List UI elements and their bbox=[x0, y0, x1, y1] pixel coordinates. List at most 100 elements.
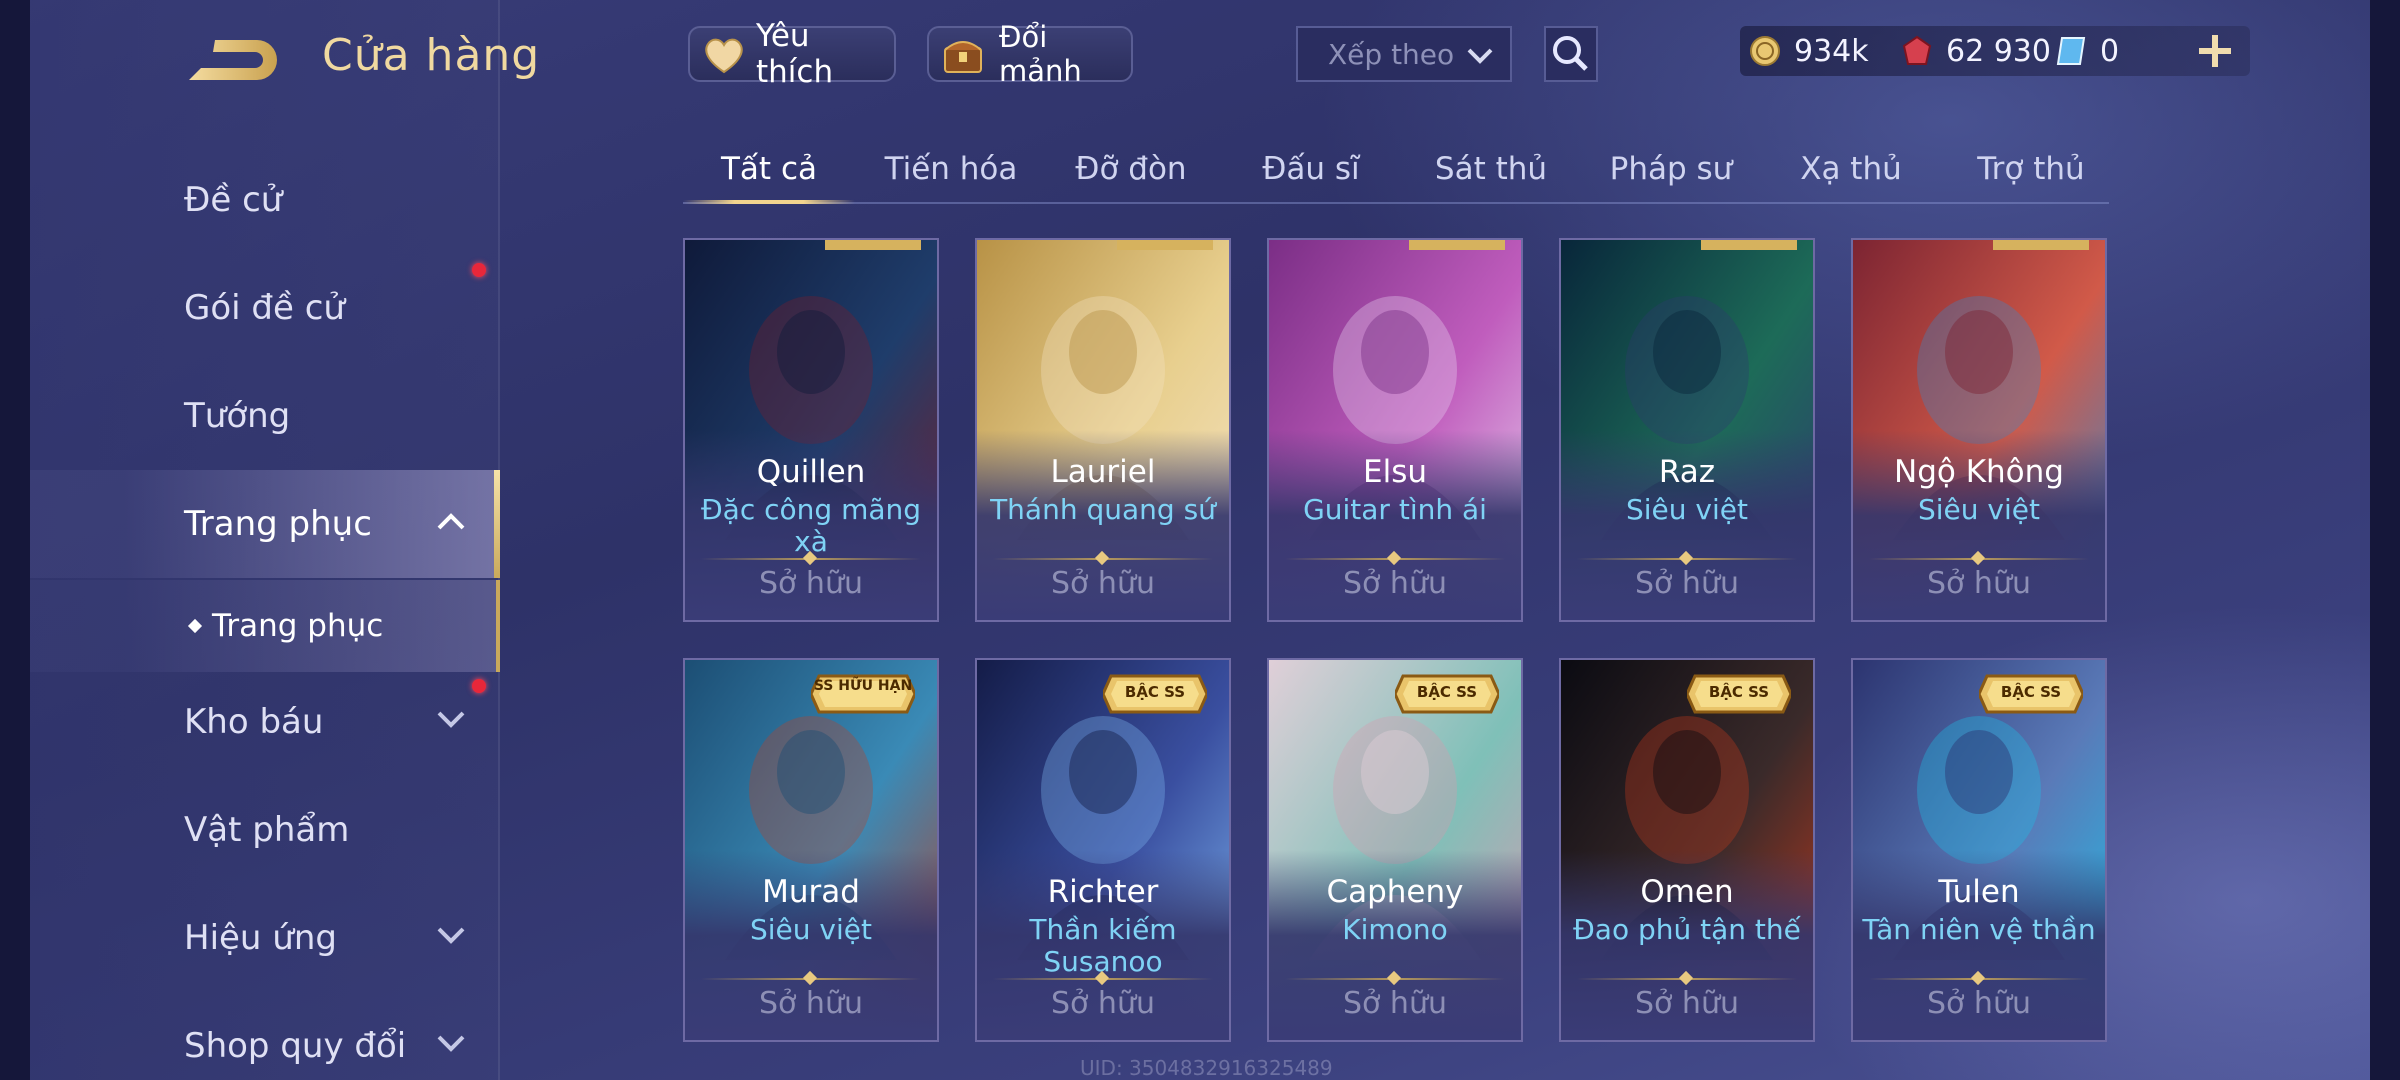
skin-name: Tân niên vệ thần bbox=[1862, 913, 2096, 946]
skin-name: Guitar tình ái bbox=[1303, 493, 1487, 526]
skin-card[interactable]: Lauriel Thánh quang sứ Sở hữu bbox=[975, 238, 1231, 622]
card-divider bbox=[1285, 970, 1505, 986]
sidebar-item-label: Gói đề cử bbox=[184, 288, 345, 328]
ruby-voucher-value: 62 930 bbox=[1946, 33, 2051, 69]
sidebar-item-skins[interactable]: Trang phục bbox=[30, 470, 500, 578]
tabs-baseline bbox=[683, 202, 2109, 204]
tier-badge: BẬC SS bbox=[1977, 672, 2085, 716]
sidebar-item-items[interactable]: Vật phẩm bbox=[30, 776, 500, 884]
gold-coin-value: 934k bbox=[1794, 33, 1869, 69]
bullet-diamond-icon bbox=[187, 618, 203, 634]
ownership-status: Sở hữu bbox=[1927, 566, 2031, 601]
back-arrow-icon bbox=[189, 40, 277, 80]
hero-name: Capheny bbox=[1326, 874, 1464, 910]
skin-name: Đặc công mãng xà bbox=[700, 493, 922, 558]
hero-name: Ngộ Không bbox=[1894, 454, 2064, 490]
sidebar-item-label: Hiệu ứng bbox=[184, 918, 337, 958]
skin-card[interactable]: Ngộ Không Siêu việt Sở hữu bbox=[1851, 238, 2107, 622]
chevron-down-icon bbox=[1467, 48, 1493, 64]
sidebar-item-recommended-bundles[interactable]: Gói đề cử bbox=[30, 254, 500, 362]
chevron-down-icon bbox=[437, 927, 465, 944]
hero-name: Omen bbox=[1640, 874, 1734, 910]
ownership-status: Sở hữu bbox=[1051, 566, 1155, 601]
card-divider bbox=[1577, 970, 1797, 986]
tier-badge-label: BẬC SS bbox=[1124, 683, 1186, 701]
skin-card[interactable]: SS HỮU HẠN Murad Siêu việt Sở hữu bbox=[683, 658, 939, 1042]
tab-evolution[interactable]: Tiến hóa bbox=[861, 138, 1041, 200]
sidebar-subitem-skins[interactable]: Trang phục bbox=[30, 580, 500, 672]
ownership-status: Sở hữu bbox=[1343, 986, 1447, 1021]
ownership-status: Sở hữu bbox=[1635, 566, 1739, 601]
skin-card[interactable]: Quillen Đặc công mãng xà Sở hữu bbox=[683, 238, 939, 622]
tier-badge: BẬC SS bbox=[1393, 672, 1501, 716]
sidebar-item-label: Shop quy đổi bbox=[184, 1026, 407, 1066]
card-divider bbox=[1577, 550, 1797, 566]
sidebar-item-effects[interactable]: Hiệu ứng bbox=[30, 884, 500, 992]
ownership-status: Sở hữu bbox=[1051, 986, 1155, 1021]
skin-name: Siêu việt bbox=[1626, 493, 1748, 526]
sidebar-item-treasure[interactable]: Kho báu bbox=[30, 668, 500, 776]
shard-exchange-button[interactable]: Đổi mảnh bbox=[927, 20, 1133, 88]
skin-card[interactable]: BẬC SS Omen Đao phủ tận thế Sở hữu bbox=[1559, 658, 1815, 1042]
frame-ribbon bbox=[1117, 240, 1213, 250]
sidebar-item-label: Trang phục bbox=[184, 504, 372, 544]
plus-icon bbox=[2199, 35, 2231, 67]
page-title: Cửa hàng bbox=[322, 30, 541, 81]
hero-name: Quillen bbox=[756, 454, 866, 490]
sidebar-item-label: Kho báu bbox=[184, 702, 324, 742]
skin-name: Kimono bbox=[1342, 913, 1448, 946]
tier-badge-label: BẬC SS bbox=[1416, 683, 1478, 701]
sidebar-item-recommended[interactable]: Đề cử bbox=[30, 146, 500, 254]
sidebar-item-exchange-shop[interactable]: Shop quy đổi bbox=[30, 992, 500, 1080]
tab-assassin[interactable]: Sát thủ bbox=[1401, 138, 1581, 200]
skin-name: Đao phủ tận thế bbox=[1573, 913, 1801, 946]
tab-marksman[interactable]: Xạ thủ bbox=[1761, 138, 1941, 200]
favorites-label: Yêu thích bbox=[756, 18, 834, 90]
card-divider bbox=[993, 550, 1213, 566]
hero-name: Raz bbox=[1658, 454, 1716, 490]
skin-card[interactable]: Elsu Guitar tình ái Sở hữu bbox=[1267, 238, 1523, 622]
ownership-status: Sở hữu bbox=[1343, 566, 1447, 601]
shard-exchange-label: Đổi mảnh bbox=[999, 20, 1082, 88]
card-divider bbox=[1869, 550, 2089, 566]
card-divider bbox=[1869, 970, 2089, 986]
frame-ribbon bbox=[1993, 240, 2089, 250]
search-button[interactable] bbox=[1544, 26, 1598, 82]
hero-name: Murad bbox=[762, 874, 860, 910]
skin-card[interactable]: Raz Siêu việt Sở hữu bbox=[1559, 238, 1815, 622]
card-divider bbox=[1285, 550, 1505, 566]
sidebar-item-label: Đề cử bbox=[184, 180, 283, 220]
currency-bar: 934k 62 930 0 bbox=[1740, 26, 2250, 76]
gold-coin-balance: 934k bbox=[1748, 26, 1869, 76]
add-currency-button[interactable] bbox=[2196, 32, 2234, 70]
skin-card[interactable]: BẬC SS Richter Thần kiếm Susanoo Sở hữu bbox=[975, 658, 1231, 1042]
tier-badge-label: SS HỮU HẠN bbox=[813, 678, 913, 694]
sidebar-item-label: Tướng bbox=[184, 396, 291, 436]
sidebar-item-heroes[interactable]: Tướng bbox=[30, 362, 500, 470]
tab-fighter[interactable]: Đấu sĩ bbox=[1221, 138, 1401, 200]
tier-badge: BẬC SS bbox=[1101, 672, 1209, 716]
skin-name: Siêu việt bbox=[1918, 493, 2040, 526]
back-button[interactable] bbox=[185, 32, 280, 92]
right-edge bbox=[2370, 0, 2400, 1080]
chevron-up-icon bbox=[437, 513, 465, 530]
tab-support[interactable]: Trợ thủ bbox=[1941, 138, 2121, 200]
skin-card[interactable]: BẬC SS Capheny Kimono Sở hữu bbox=[1267, 658, 1523, 1042]
hero-name: Tulen bbox=[1938, 874, 2020, 910]
skin-name: Thần kiếm Susanoo bbox=[1029, 913, 1177, 978]
tab-all[interactable]: Tất cả bbox=[683, 138, 855, 204]
card-divider bbox=[701, 970, 921, 986]
search-icon bbox=[1553, 36, 1588, 71]
hero-name: Richter bbox=[1047, 874, 1159, 910]
favorites-button[interactable]: Yêu thích bbox=[688, 18, 896, 90]
ownership-status: Sở hữu bbox=[1927, 986, 2031, 1021]
tab-tank[interactable]: Đỡ đòn bbox=[1041, 138, 1221, 200]
treasure-chest-icon bbox=[944, 41, 982, 73]
chevron-down-icon bbox=[437, 1035, 465, 1052]
skin-card[interactable]: BẬC SS Tulen Tân niên vệ thần Sở hữu bbox=[1851, 658, 2107, 1042]
sort-dropdown[interactable]: Xếp theo bbox=[1296, 26, 1512, 82]
blue-ticket-value: 0 bbox=[2100, 33, 2120, 69]
tab-mage[interactable]: Pháp sư bbox=[1581, 138, 1761, 200]
ownership-status: Sở hữu bbox=[759, 986, 863, 1021]
tier-badge: BẬC SS bbox=[1685, 672, 1793, 716]
